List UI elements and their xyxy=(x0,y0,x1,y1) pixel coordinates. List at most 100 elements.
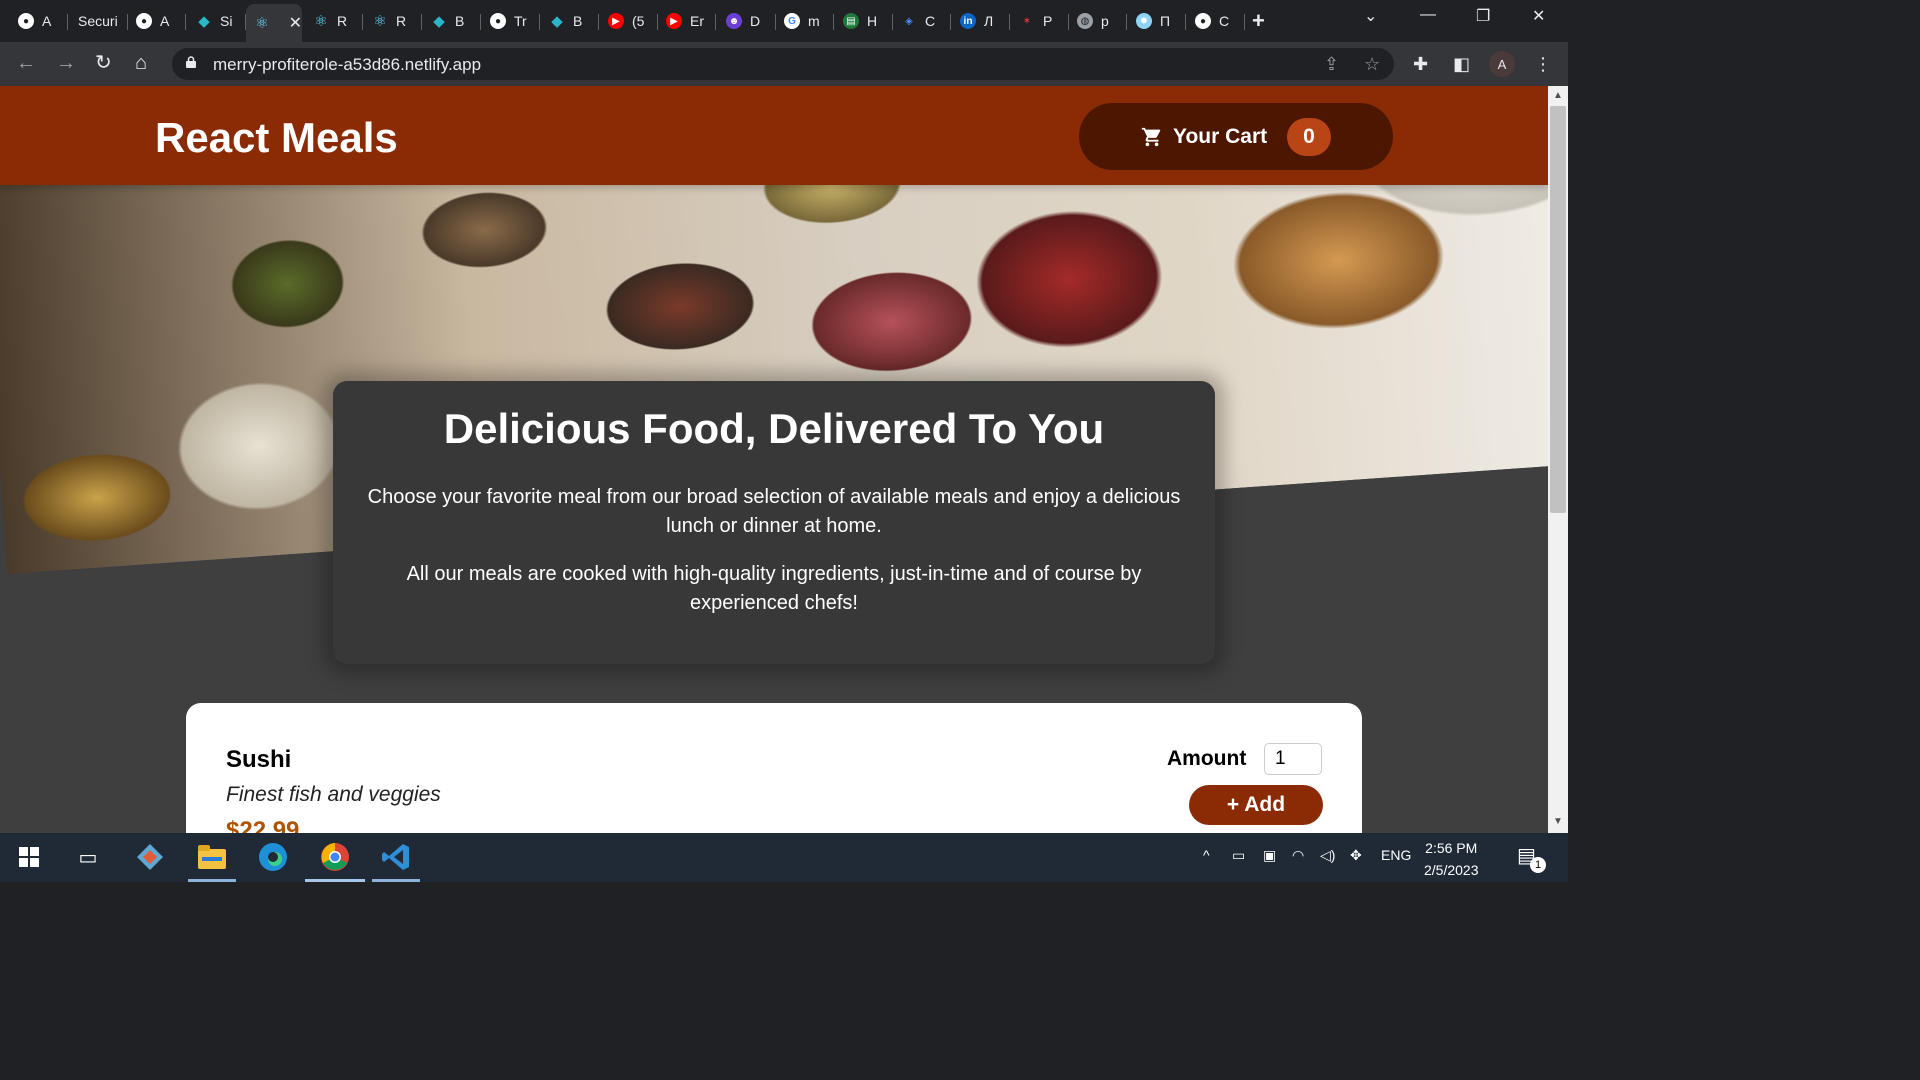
tab-title: D xyxy=(750,13,761,29)
reload-icon[interactable]: ↻ xyxy=(95,52,112,74)
react-icon: ⚛ xyxy=(373,13,387,30)
linkedin-icon: in xyxy=(960,13,976,29)
tab-title: Securi xyxy=(78,13,118,29)
browser-tab[interactable]: ◆ B xyxy=(423,6,481,36)
scroll-down-icon[interactable]: ▼ xyxy=(1553,816,1563,827)
tab-search-icon[interactable]: ⌄ xyxy=(1364,6,1377,26)
clock-time: 2:56 PM xyxy=(1425,840,1478,856)
browser-tab[interactable]: ⚛ ✕ xyxy=(246,4,302,42)
scroll-thumb[interactable] xyxy=(1550,106,1566,513)
browser-tab[interactable]: ◆ Si xyxy=(188,6,246,36)
windows-start-icon[interactable] xyxy=(13,841,45,873)
clock[interactable]: 2:56 PM 2/5/2023 xyxy=(1424,837,1479,881)
browser-tab[interactable]: ☻ D xyxy=(718,6,776,36)
scroll-up-icon[interactable]: ▲ xyxy=(1553,90,1563,101)
face-icon: ☻ xyxy=(726,13,742,29)
diamond-icon: ◆ xyxy=(198,13,210,30)
cart-label: Your Cart xyxy=(1173,124,1268,148)
tab-title: B xyxy=(455,13,465,29)
minimize-icon[interactable]: — xyxy=(1420,6,1436,24)
profile-avatar[interactable]: A xyxy=(1489,51,1515,77)
url-text: merry-profiterole-a53d86.netlify.app xyxy=(213,55,482,74)
web-page: React Meals Your Cart 0 Delicious Food, … xyxy=(0,86,1548,833)
browser-tab[interactable]: ◍ p xyxy=(1069,6,1127,36)
wifi-icon[interactable]: ◠ xyxy=(1292,847,1304,864)
volume-icon[interactable]: ◁) xyxy=(1320,847,1335,864)
chrome-icon[interactable] xyxy=(319,841,351,873)
youtube-icon: ▶ xyxy=(666,13,682,29)
restore-icon[interactable]: ❐ xyxy=(1476,6,1490,26)
browser-tab[interactable]: ▶ (5 xyxy=(600,6,658,36)
close-window-icon[interactable]: ✕ xyxy=(1532,6,1545,26)
browser-tab[interactable]: Securi xyxy=(70,6,128,36)
browser-tab[interactable]: in Л xyxy=(952,6,1010,36)
clock-date: 2/5/2023 xyxy=(1424,862,1479,878)
home-icon[interactable]: ⌂ xyxy=(135,52,147,74)
add-to-cart-button[interactable]: + Add xyxy=(1189,785,1323,825)
tab-title: Er xyxy=(690,13,704,29)
browser-tab[interactable]: ◆ B xyxy=(541,6,599,36)
tab-title: m xyxy=(808,13,820,29)
browser-tab[interactable]: ✸ П xyxy=(1128,6,1186,36)
browser-tab[interactable]: ● A xyxy=(128,6,186,36)
amount-input[interactable] xyxy=(1264,743,1322,775)
meal-price: $22.99 xyxy=(226,817,300,833)
tab-title: Si xyxy=(220,13,233,29)
browser-tab[interactable]: ● Tr xyxy=(482,6,540,36)
tab-title: Л xyxy=(984,13,994,29)
globe-icon: ◍ xyxy=(1077,13,1093,29)
show-hidden-icons[interactable]: ^ xyxy=(1203,847,1210,863)
tab-title: A xyxy=(42,13,52,29)
battery-icon[interactable]: ▭ xyxy=(1232,847,1245,864)
close-tab-icon[interactable]: ✕ xyxy=(289,13,302,33)
vscode-icon[interactable] xyxy=(380,841,412,873)
browser-tab[interactable]: ⚛ R xyxy=(364,6,422,36)
app-diamond-icon[interactable] xyxy=(134,841,166,873)
google-icon: G xyxy=(784,13,800,29)
language-indicator[interactable]: ENG xyxy=(1381,847,1411,863)
edge-icon[interactable] xyxy=(257,841,289,873)
file-explorer-icon[interactable] xyxy=(196,841,228,873)
summary-paragraph-2: All our meals are cooked with high-quali… xyxy=(406,563,1142,614)
meals-icon: ▤ xyxy=(843,13,859,29)
browser-tab[interactable]: ✶ P xyxy=(1011,6,1069,36)
browser-tab[interactable]: Gm xyxy=(776,6,834,36)
browser-tab[interactable]: ● A xyxy=(10,6,68,36)
menu-icon[interactable]: ⋮ xyxy=(1534,54,1552,75)
app-header: React Meals Your Cart 0 xyxy=(0,86,1548,185)
browser-tab[interactable]: ● C xyxy=(1187,6,1245,36)
new-tab-button[interactable]: + xyxy=(1252,8,1265,34)
notification-count-badge: 1 xyxy=(1530,857,1546,873)
address-bar[interactable]: merry-profiterole-a53d86.netlify.app ⇪ ☆ xyxy=(172,48,1394,80)
diamond-icon: ◆ xyxy=(551,13,563,30)
cart-button[interactable]: Your Cart 0 xyxy=(1079,103,1393,170)
browser-tab[interactable]: ⚛ R xyxy=(305,6,363,36)
meal-name: Sushi xyxy=(226,746,292,773)
back-icon[interactable]: ← xyxy=(16,52,36,74)
browser-tab[interactable]: ▶ Er xyxy=(658,6,716,36)
task-view-icon[interactable]: ▭ xyxy=(72,841,104,873)
figure-icon: ✶ xyxy=(1022,15,1032,27)
github-icon: ● xyxy=(490,13,506,29)
meals-list-card: Sushi Finest fish and veggies $22.99 Amo… xyxy=(186,703,1362,833)
running-indicator xyxy=(372,879,420,882)
react-icon: ⚛ xyxy=(314,13,328,30)
forward-icon[interactable]: → xyxy=(56,52,76,74)
browser-tab[interactable]: ◈ C xyxy=(893,6,951,36)
tab-title: A xyxy=(160,13,170,29)
windows-taskbar: ▭ ^ ▭ ▣ ◠ ◁) ✥ ENG 2:56 PM 2/5/2023 ▤ 1 xyxy=(0,833,1568,882)
side-panel-icon[interactable]: ◧ xyxy=(1453,54,1470,75)
lock-icon xyxy=(186,56,196,68)
cart-count-badge: 0 xyxy=(1287,117,1331,156)
browser-tab[interactable]: ▤ H xyxy=(835,6,893,36)
dropbox-icon[interactable]: ✥ xyxy=(1350,847,1362,864)
meal-description: Finest fish and veggies xyxy=(226,783,441,806)
meals-summary: Delicious Food, Delivered To You Choose … xyxy=(333,381,1215,664)
extensions-icon[interactable]: ✚ xyxy=(1413,54,1428,75)
bookmark-star-icon[interactable]: ☆ xyxy=(1364,54,1380,75)
share-icon[interactable]: ⇪ xyxy=(1324,54,1339,75)
page-scrollbar[interactable]: ▲ ▼ xyxy=(1548,86,1568,833)
meet-now-icon[interactable]: ▣ xyxy=(1263,847,1276,864)
tab-title: H xyxy=(867,13,878,29)
github-icon: ● xyxy=(18,13,34,29)
